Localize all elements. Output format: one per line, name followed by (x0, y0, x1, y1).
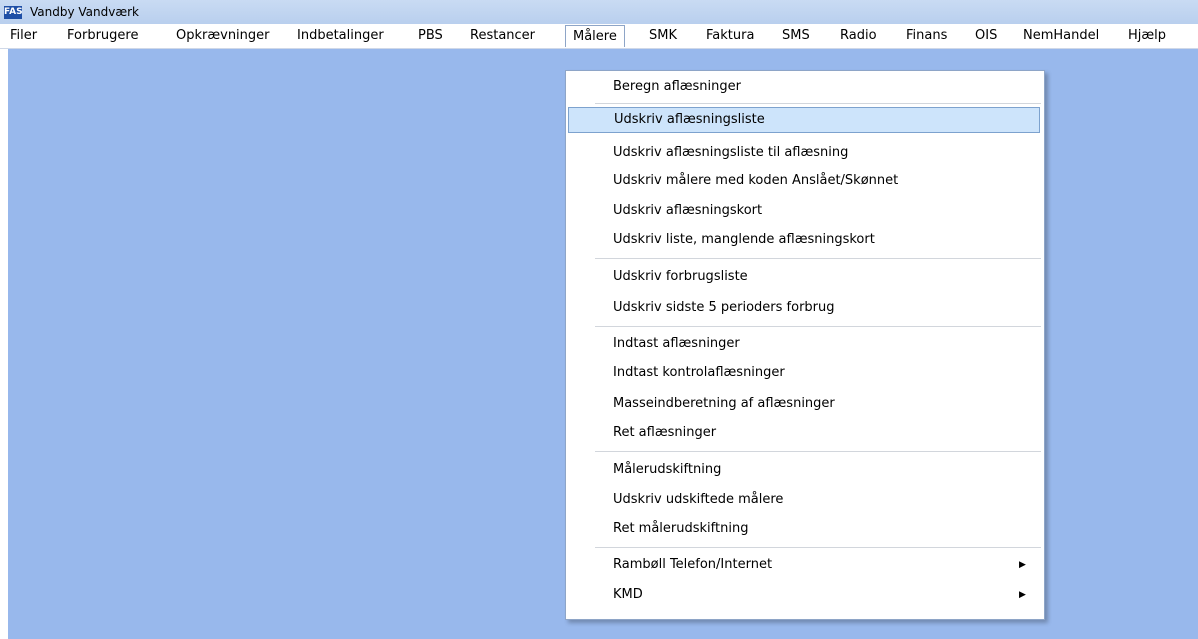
menu-smk[interactable]: SMK (649, 24, 677, 48)
menu-malere[interactable]: Målere (565, 25, 625, 47)
title-bar: FAS Vandby Vandværk (0, 0, 1198, 24)
menu-separator (595, 326, 1041, 327)
menu-item-udskriv-aflaesningskort[interactable]: Udskriv aflæsningskort (566, 198, 1044, 224)
menu-item-udskriv-aflaesningsliste[interactable]: Udskriv aflæsningsliste (568, 107, 1040, 133)
submenu-arrow-icon: ▶ (1019, 590, 1026, 600)
menu-indbetalinger[interactable]: Indbetalinger (297, 24, 384, 48)
menu-faktura[interactable]: Faktura (706, 24, 754, 48)
menu-separator (595, 547, 1041, 548)
menu-separator (595, 103, 1041, 104)
menu-nemhandel[interactable]: NemHandel (1023, 24, 1099, 48)
menu-opkraevninger[interactable]: Opkrævninger (176, 24, 270, 48)
window-title: Vandby Vandværk (30, 5, 140, 19)
menu-item-indtast-aflaesninger[interactable]: Indtast aflæsninger (566, 331, 1044, 357)
menu-radio[interactable]: Radio (840, 24, 877, 48)
menu-item-rambøll-telefon-internet[interactable]: Rambøll Telefon/Internet ▶ (566, 552, 1044, 578)
menu-forbrugere[interactable]: Forbrugere (67, 24, 138, 48)
malere-dropdown-menu: Beregn aflæsninger Udskriv aflæsningslis… (565, 70, 1045, 620)
menu-sms[interactable]: SMS (782, 24, 810, 48)
menu-pbs[interactable]: PBS (418, 24, 443, 48)
menu-item-beregn-aflaesninger[interactable]: Beregn aflæsninger (566, 74, 1044, 100)
menu-item-indtast-kontrolaflaesninger[interactable]: Indtast kontrolaflæsninger (566, 360, 1044, 386)
menu-item-masseindberetning[interactable]: Masseindberetning af aflæsninger (566, 391, 1044, 417)
menu-item-udskriv-aflaesningsliste-til-aflaesning[interactable]: Udskriv aflæsningsliste til aflæsning (566, 140, 1044, 166)
menu-item-udskriv-sidste-5-perioders-forbrug[interactable]: Udskriv sidste 5 perioders forbrug (566, 295, 1044, 321)
menu-item-ret-aflaesninger[interactable]: Ret aflæsninger (566, 420, 1044, 446)
menu-restancer[interactable]: Restancer (470, 24, 535, 48)
menu-bar: Filer Forbrugere Opkrævninger Indbetalin… (0, 24, 1198, 49)
menu-hjaelp[interactable]: Hjælp (1128, 24, 1166, 48)
menu-separator (595, 451, 1041, 452)
menu-filer[interactable]: Filer (10, 24, 37, 48)
menu-item-ret-malerudskiftning[interactable]: Ret målerudskiftning (566, 516, 1044, 542)
menu-item-malerudskiftning[interactable]: Målerudskiftning (566, 457, 1044, 483)
menu-ois[interactable]: OIS (975, 24, 997, 48)
menu-item-udskriv-udskiftede-malere[interactable]: Udskriv udskiftede målere (566, 487, 1044, 513)
menu-item-udskriv-manglende-aflaesningskort[interactable]: Udskriv liste, manglende aflæsningskort (566, 227, 1044, 253)
submenu-arrow-icon: ▶ (1019, 560, 1026, 570)
menu-separator (595, 258, 1041, 259)
menu-item-udskriv-forbrugsliste[interactable]: Udskriv forbrugsliste (566, 264, 1044, 290)
menu-item-kmd[interactable]: KMD ▶ (566, 582, 1044, 608)
app-logo-icon: FAS (4, 5, 23, 19)
menu-item-udskriv-malere-anslaaet[interactable]: Udskriv målere med koden Anslået/Skønnet (566, 168, 1044, 194)
menu-finans[interactable]: Finans (906, 24, 947, 48)
